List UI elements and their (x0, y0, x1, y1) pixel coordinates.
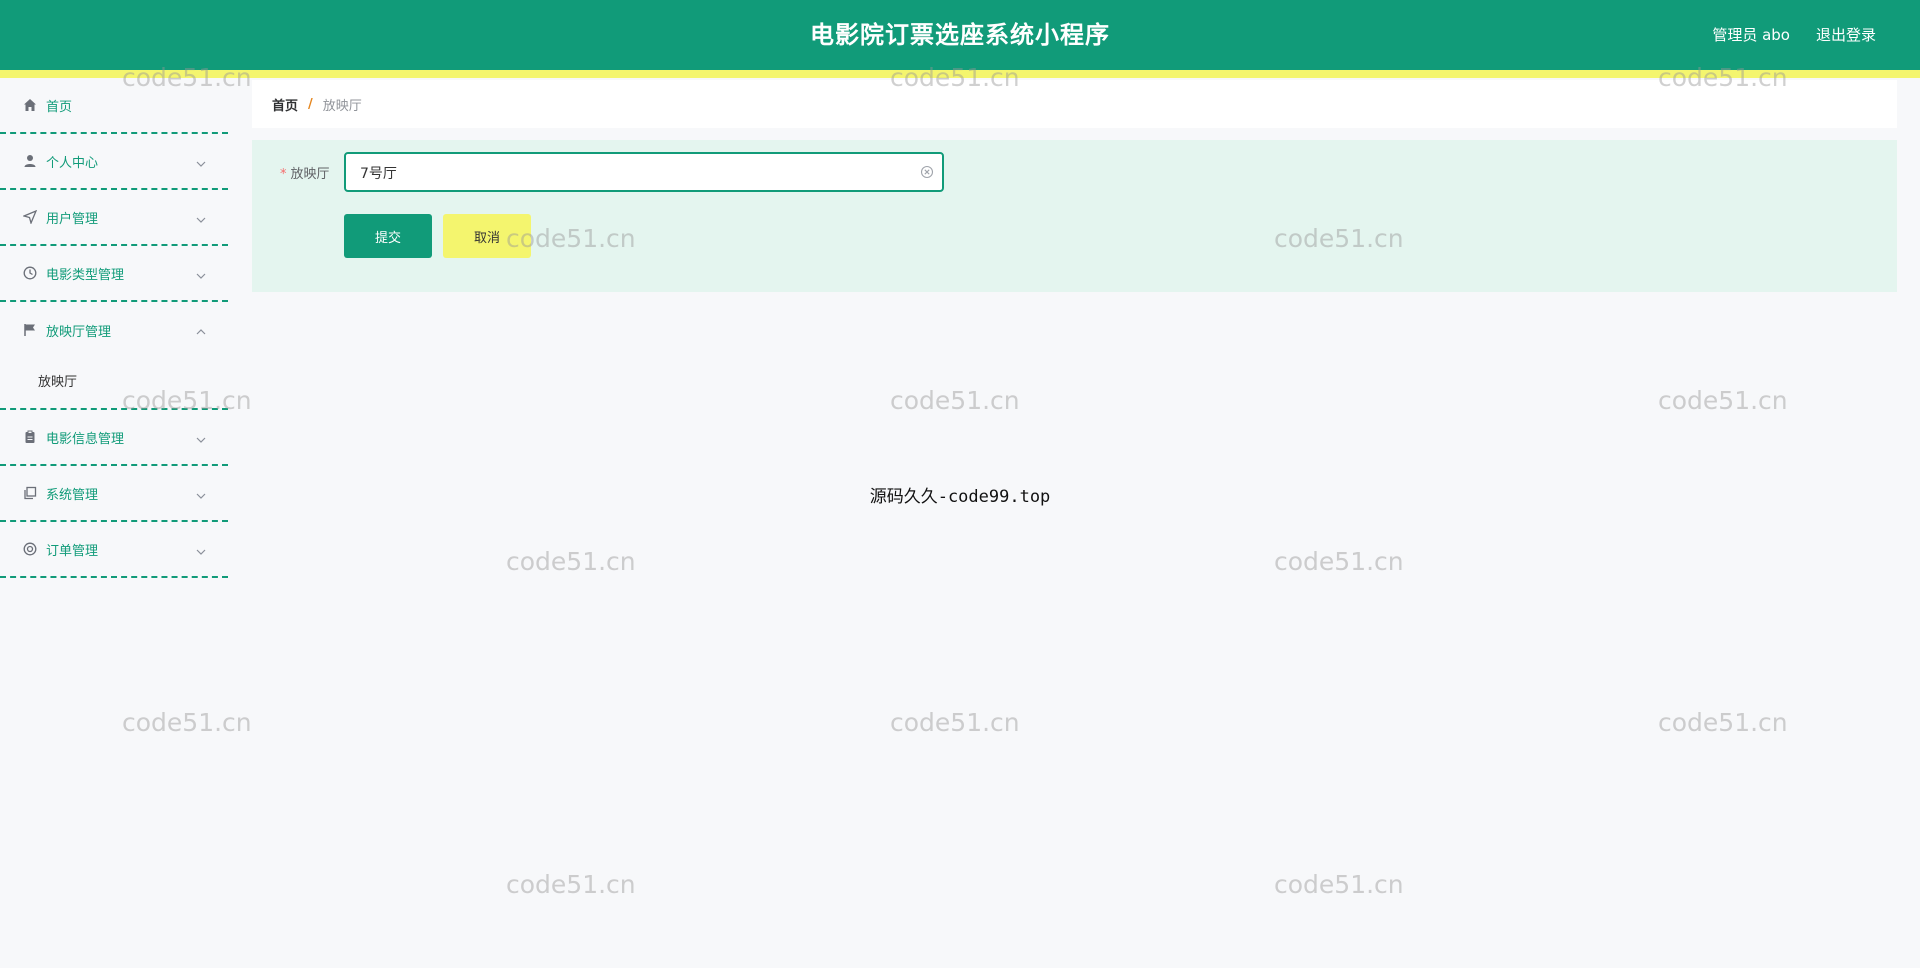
cancel-button[interactable]: 取消 (443, 214, 531, 258)
submit-button[interactable]: 提交 (344, 214, 432, 258)
sidebar-item-movie-info-management[interactable]: 电影信息管理 (0, 410, 228, 466)
sidebar-item-label: 电影信息管理 (46, 431, 125, 447)
breadcrumb-current: 放映厅 (322, 98, 362, 114)
sidebar-item-order-management[interactable]: 订单管理 (0, 522, 228, 578)
watermark: code51.cn (1658, 386, 1788, 415)
hall-input-wrapper (344, 152, 944, 192)
sidebar-item-user-management[interactable]: 用户管理 (0, 190, 228, 246)
clipboard-icon (22, 429, 38, 445)
chevron-down-icon (196, 430, 206, 443)
watermark: code51.cn (1274, 870, 1404, 899)
flag-icon (22, 322, 38, 338)
sidebar-item-label: 放映厅管理 (46, 324, 112, 340)
sidebar-item-label: 电影类型管理 (46, 267, 125, 283)
watermark: code51.cn (890, 386, 1020, 415)
hall-field-label-text: 放映厅 (290, 167, 330, 182)
sidebar-item-hall-management[interactable]: 放映厅管理 (0, 302, 228, 358)
sidebar-item-label: 用户管理 (46, 211, 99, 227)
breadcrumb-home[interactable]: 首页 (272, 95, 298, 114)
user-info: 管理员 abo (1712, 26, 1790, 44)
home-icon (22, 97, 38, 113)
form-panel: *放映厅 提交 取消 (252, 140, 1897, 292)
top-bar-stripe (0, 70, 1920, 78)
watermark: code51.cn (506, 870, 636, 899)
watermark: code51.cn (1274, 547, 1404, 576)
logout-link[interactable]: 退出登录 (1816, 0, 1876, 70)
watermark: code51.cn (1658, 708, 1788, 737)
center-source-text: 源码久久-code99.top (869, 487, 1051, 507)
clock-icon (22, 265, 38, 281)
chevron-down-icon (196, 542, 206, 555)
sidebar-item-label: 首页 (46, 99, 73, 115)
chevron-down-icon (196, 154, 206, 167)
sidebar-item-home[interactable]: 首页 (0, 78, 228, 134)
breadcrumb-separator: / (308, 96, 313, 112)
sidebar-subitem-hall[interactable]: 放映厅 (0, 358, 228, 410)
sidebar-item-movie-type-management[interactable]: 电影类型管理 (0, 246, 228, 302)
app-title: 电影院订票选座系统小程序 (810, 21, 1110, 49)
send-icon (22, 209, 38, 225)
sidebar-item-label: 个人中心 (46, 155, 99, 171)
clear-icon[interactable] (920, 164, 934, 179)
sidebar-item-label: 订单管理 (46, 543, 99, 559)
hall-field-label: * 放映厅 (280, 164, 330, 186)
chevron-down-icon (196, 210, 206, 223)
life-ring-icon (22, 541, 38, 557)
chevron-up-icon (196, 322, 206, 335)
watermark: code51.cn (506, 547, 636, 576)
breadcrumb: 首页 / 放映厅 (252, 80, 1897, 128)
sidebar-item-personal-center[interactable]: 个人中心 (0, 134, 228, 190)
user-icon (22, 153, 38, 169)
chevron-down-icon (196, 266, 206, 279)
required-mark: * (280, 167, 287, 182)
watermark: code51.cn (890, 708, 1020, 737)
sidebar: 首页 个人中心 用户管理 电影类型管理 放映厅管理 放映厅 电影信息管理 系统管… (0, 78, 228, 968)
hall-input[interactable] (358, 154, 902, 192)
